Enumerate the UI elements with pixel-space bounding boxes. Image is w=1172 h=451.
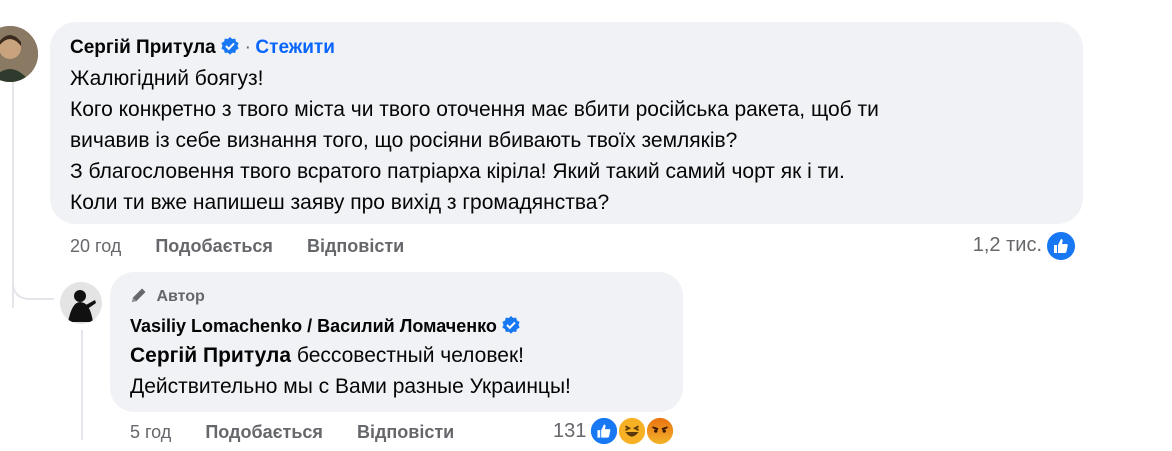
reply-reaction-icons bbox=[589, 416, 679, 446]
cropped-previous-text bbox=[70, 0, 410, 2]
comment-text: Жалюгідний боягуз! Кого конкретно з твог… bbox=[70, 63, 1070, 218]
comment-line: Коли ти вже напишеш заяву про вихід з гр… bbox=[70, 191, 610, 214]
avatar-vasiliy-lomachenko[interactable] bbox=[60, 282, 102, 324]
reply-line-rest: бессовестный человек! bbox=[291, 344, 524, 367]
like-button[interactable]: Подобається bbox=[205, 422, 323, 442]
reply-button[interactable]: Відповісти bbox=[357, 422, 454, 442]
reply-reactions-count[interactable]: 131 bbox=[553, 420, 586, 443]
avatar-photo bbox=[0, 26, 38, 82]
comment-timestamp[interactable]: 20 год bbox=[70, 236, 121, 256]
author-badge-label: Автор bbox=[156, 288, 205, 305]
like-icon bbox=[1045, 230, 1077, 267]
reply-timestamp[interactable]: 5 год bbox=[130, 422, 171, 442]
avatar-serhii-prytula[interactable] bbox=[0, 26, 38, 82]
author-badge: Автор bbox=[130, 286, 205, 309]
header-dot: · bbox=[244, 37, 251, 58]
comment-actions: 20 год Подобається Відповісти bbox=[70, 236, 404, 257]
angry-icon bbox=[645, 416, 675, 451]
comment-line: З благословення твого всратого патріарха… bbox=[70, 160, 845, 183]
reactions-count[interactable]: 1,2 тис. bbox=[973, 234, 1042, 257]
reply-text: Сергій Притула бессовестный человек! Дей… bbox=[130, 340, 670, 402]
comment-line: Кого конкретно з твого міста чи твого от… bbox=[70, 98, 879, 121]
follow-button[interactable]: Стежити bbox=[255, 37, 334, 58]
like-icon bbox=[589, 416, 619, 451]
comment-line: Жалюгідний боягуз! bbox=[70, 67, 264, 90]
comment-header: Сергій Притула · Стежити bbox=[70, 36, 335, 61]
pencil-icon bbox=[130, 286, 148, 309]
verified-badge-icon bbox=[220, 36, 240, 61]
comment-bubble: Сергій Притула · Стежити Жалюгідний бояг… bbox=[50, 22, 1083, 224]
thread-line-reply bbox=[81, 330, 83, 440]
verified-badge-icon bbox=[501, 315, 521, 340]
avatar-photo bbox=[60, 282, 102, 324]
reply-header: Vasiliy Lomachenko / Василий Ломаченко bbox=[130, 315, 521, 340]
reply-button[interactable]: Відповісти bbox=[307, 236, 404, 256]
reply-line: Действительно мы с Вами разные Украинцы! bbox=[130, 375, 571, 398]
reply-actions: 5 год Подобається Відповісти bbox=[130, 422, 454, 443]
thread-line-curve bbox=[12, 270, 54, 300]
reply-line: Сергій Притула бессовестный человек! bbox=[130, 340, 670, 371]
reply-bubble: Автор Vasiliy Lomachenko / Василий Ломач… bbox=[110, 272, 683, 412]
reply-author-name[interactable]: Vasiliy Lomachenko / Василий Ломаченко bbox=[130, 316, 497, 336]
like-button[interactable]: Подобається bbox=[155, 236, 273, 256]
comment-author-name[interactable]: Сергій Притула bbox=[70, 37, 216, 58]
comment-line: вичавив із себе визнання того, що росіян… bbox=[70, 129, 738, 152]
mention-link[interactable]: Сергій Притула bbox=[130, 344, 291, 367]
haha-icon bbox=[617, 416, 647, 451]
